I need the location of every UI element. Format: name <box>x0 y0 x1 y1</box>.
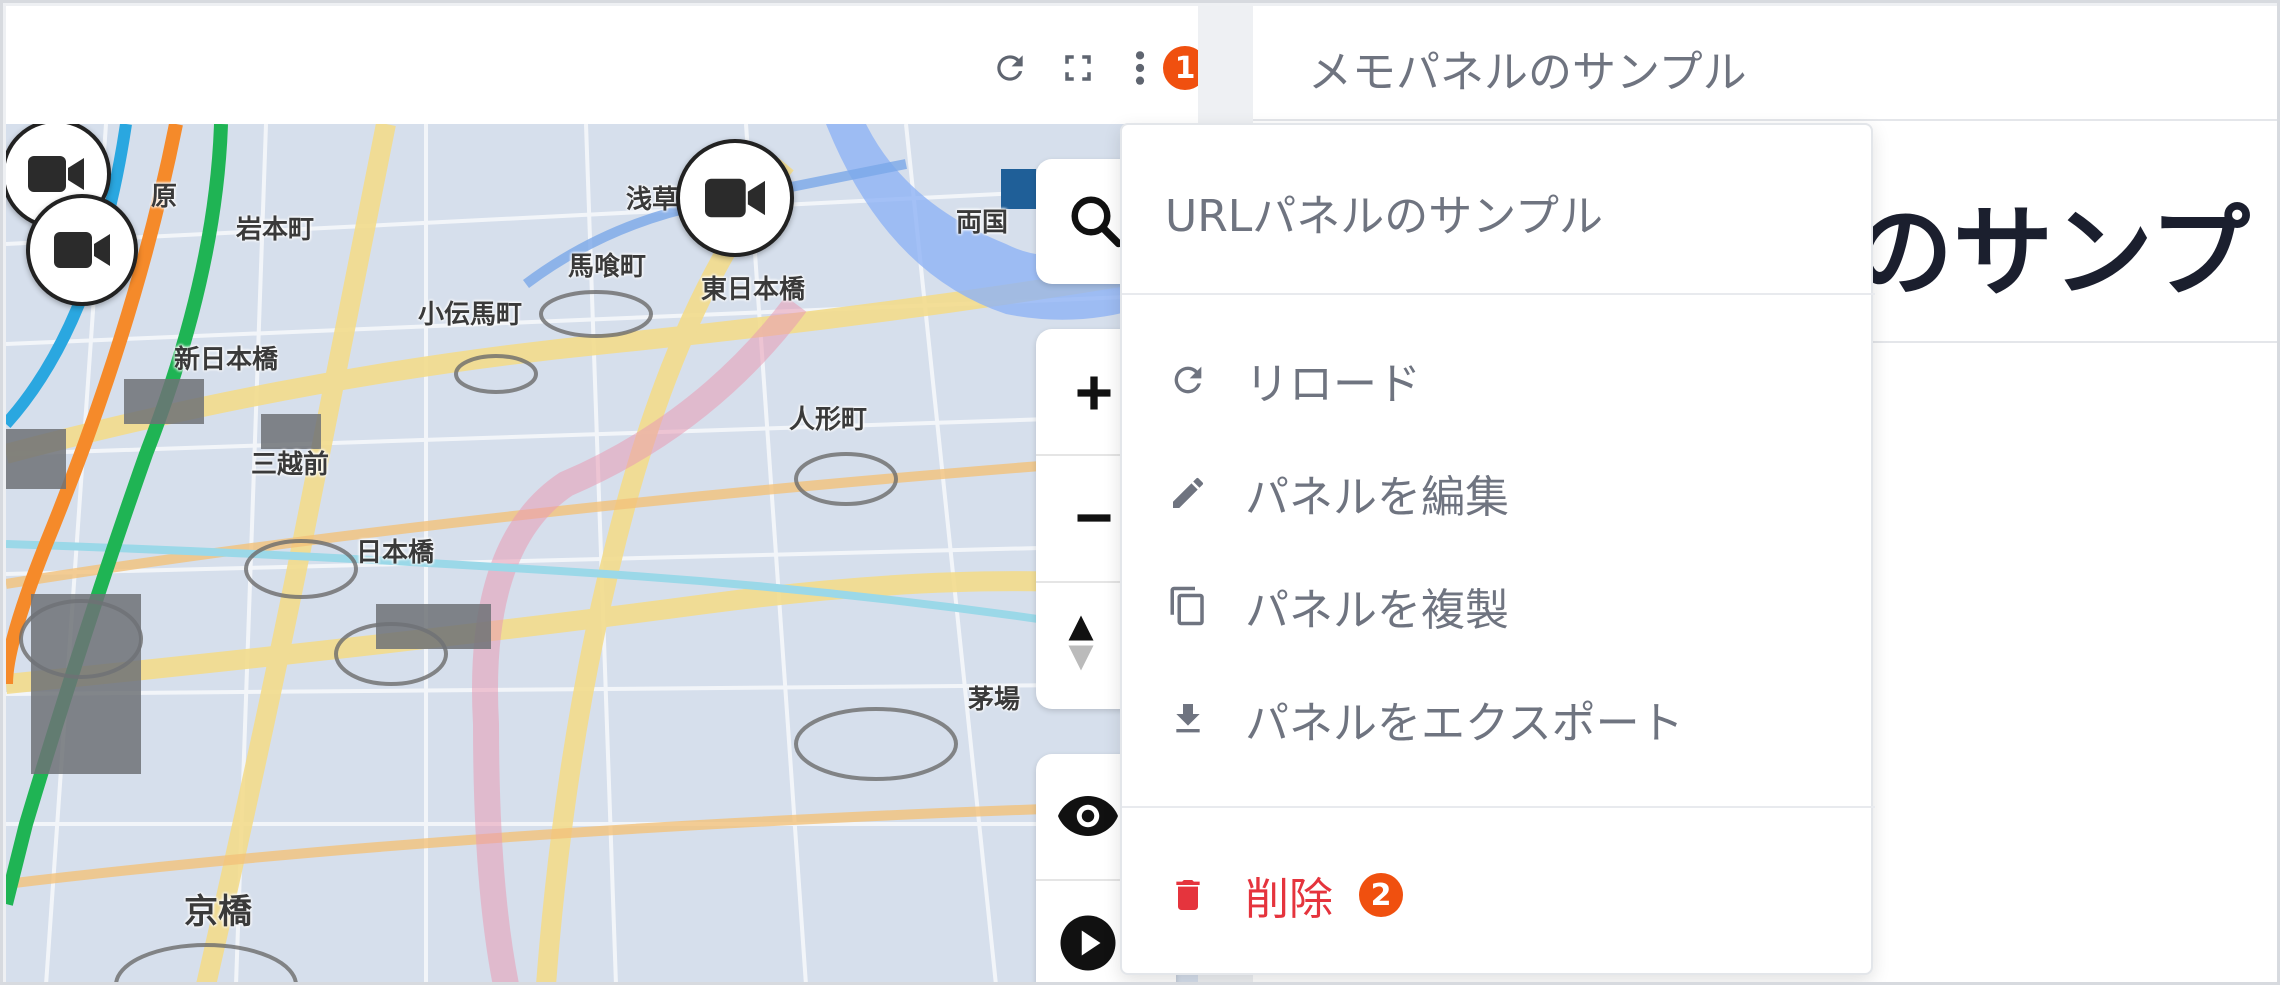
map-label: 茅場 <box>968 685 1021 715</box>
panel-options-menu: URLパネルのサンプル リロード パネルを編集 パネルを複製 パネルをエクスポー <box>1120 123 1875 975</box>
map-label: 両国 <box>956 208 1009 238</box>
map-view[interactable]: 岩本町 浅草 両国 馬喰町 東日本橋 小伝馬町 新日本橋 人形町 三越前 日本橋… <box>6 124 1198 982</box>
menu-item-label: リロード <box>1245 359 1421 410</box>
menu-item-label: パネルを編集 <box>1245 472 1509 523</box>
fullscreen-icon[interactable] <box>1058 48 1098 88</box>
map-label: 岩本町 <box>236 215 315 245</box>
menu-item-delete[interactable]: 削除 2 <box>1122 845 1875 945</box>
map-label: 東日本橋 <box>701 275 806 305</box>
download-icon <box>1166 697 1210 741</box>
copy-icon <box>1166 584 1210 628</box>
menu-item-export-panel[interactable]: パネルをエクスポート <box>1122 669 1875 769</box>
menu-separator <box>1122 806 1875 808</box>
map-label: 小伝馬町 <box>418 300 523 330</box>
play-icon <box>1060 915 1116 971</box>
trash-icon <box>1166 873 1210 917</box>
more-vertical-icon[interactable] <box>1130 48 1150 88</box>
map-label: 浅草 <box>626 185 679 215</box>
menu-separator <box>1122 293 1875 295</box>
search-icon <box>1071 196 1123 248</box>
map-panel: 1 岩本町 浅草 両国 馬喰町 東日本橋 小伝馬町 新日本橋 人形町 三越前 日… <box>6 6 1198 982</box>
annotation-badge-2: 2 <box>1359 873 1403 917</box>
video-camera-icon <box>28 156 84 192</box>
minus-icon <box>1077 514 1111 522</box>
menu-item-edit-panel[interactable]: パネルを編集 <box>1122 443 1875 543</box>
annotation-badge-1: 1 <box>1163 46 1198 90</box>
memo-panel-title: メモパネルのサンプル <box>1308 47 1747 98</box>
memo-content-heading: のサンプ <box>1853 194 2250 311</box>
pencil-icon <box>1166 471 1210 515</box>
camera-marker[interactable] <box>26 194 138 306</box>
menu-item-reload[interactable]: リロード <box>1122 330 1875 430</box>
map-label: 京橋 <box>184 892 252 932</box>
video-camera-icon <box>54 232 110 268</box>
map-label: 馬喰町 <box>568 252 647 282</box>
reload-icon <box>1166 358 1210 402</box>
menu-item-label: パネルを複製 <box>1245 585 1509 636</box>
memo-panel-header: メモパネルのサンプル <box>1253 6 2277 121</box>
eye-icon <box>1058 796 1118 836</box>
map-label: 人形町 <box>789 405 868 435</box>
camera-marker[interactable] <box>676 139 794 257</box>
map-label: 日本橋 <box>356 538 435 568</box>
app-frame: 1 岩本町 浅草 両国 馬喰町 東日本橋 小伝馬町 新日本橋 人形町 三越前 日… <box>0 0 2280 985</box>
menu-item-label: 削除 <box>1245 874 1333 925</box>
menu-title: URLパネルのサンプル <box>1165 191 1603 242</box>
map-label: 三越前 <box>251 450 330 480</box>
map-panel-header: 1 <box>6 6 1198 121</box>
plus-icon <box>1077 376 1111 410</box>
menu-item-label: パネルをエクスポート <box>1245 698 1684 749</box>
map-label: 新日本橋 <box>174 345 279 375</box>
reload-icon[interactable] <box>990 48 1030 88</box>
menu-item-duplicate-panel[interactable]: パネルを複製 <box>1122 556 1875 656</box>
video-camera-icon <box>705 178 765 218</box>
compass-icon <box>1068 615 1094 671</box>
map-label: 原 <box>151 182 178 212</box>
